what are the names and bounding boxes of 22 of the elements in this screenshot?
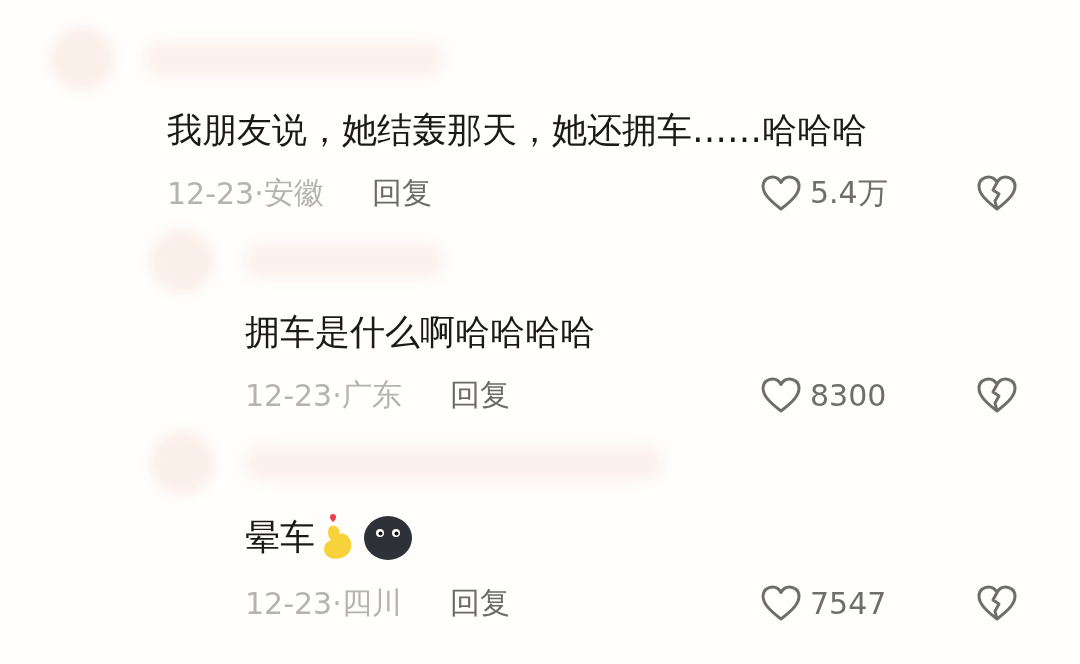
- comment-date: 12-23·: [167, 175, 264, 211]
- dislike-button[interactable]: [976, 174, 1018, 212]
- like-count: 8300: [810, 377, 887, 413]
- comment-date: 12-23·: [245, 585, 342, 621]
- comment-date: 12-23·: [245, 377, 342, 413]
- comment-text: 晕车: [245, 516, 315, 559]
- reply-button[interactable]: 回复: [449, 374, 510, 416]
- heart-icon[interactable]: [760, 174, 802, 212]
- dislike-button[interactable]: [976, 376, 1018, 414]
- comment-text: 我朋友说，她结轰那天，她还拥车……哈哈哈: [167, 109, 867, 152]
- reply-button[interactable]: 回复: [449, 582, 510, 624]
- comment-location: 安徽: [263, 173, 324, 212]
- dark-ball-icon: [363, 513, 413, 561]
- comment-location: 广东: [341, 375, 402, 414]
- reply-button[interactable]: 回复: [371, 172, 432, 214]
- heart-icon[interactable]: [760, 376, 802, 414]
- comment-text: 拥车是什么啊哈哈哈哈: [245, 311, 595, 354]
- heart-icon[interactable]: [760, 584, 802, 622]
- dislike-button[interactable]: [976, 584, 1018, 622]
- comment-location: 四川: [341, 583, 402, 622]
- like-count: 7547: [810, 585, 887, 621]
- like-count: 5.4万: [810, 173, 888, 212]
